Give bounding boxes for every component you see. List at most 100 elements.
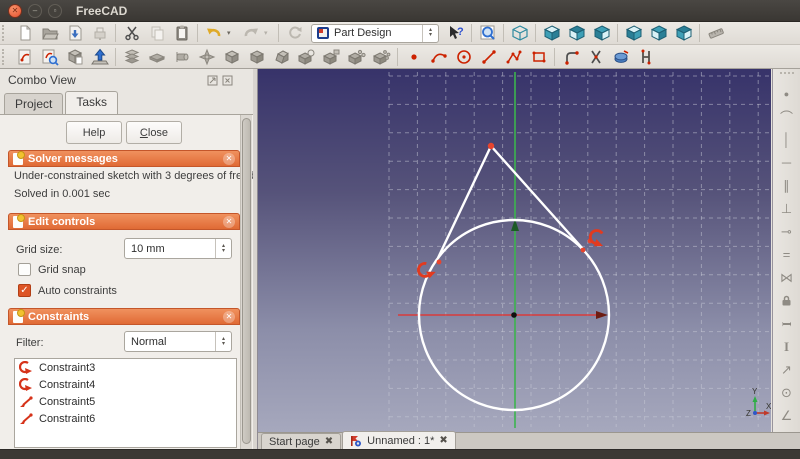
constrain-vertical-distance-button[interactable]: I — [776, 335, 798, 358]
view-rear-button[interactable] — [621, 23, 646, 44]
tab-tasks[interactable]: Tasks — [65, 91, 119, 114]
pad-button[interactable] — [119, 46, 144, 67]
create-polyline-button[interactable] — [501, 46, 526, 67]
list-item-constraint4[interactable]: Constraint4 — [15, 376, 236, 393]
solver-messages-header[interactable]: Solver messages ✕ — [8, 150, 240, 167]
collapse-section-icon[interactable]: ✕ — [223, 215, 235, 228]
view-axonometric-button[interactable] — [507, 23, 532, 44]
panel-scrollbar[interactable] — [240, 115, 252, 449]
constrain-vertical-button[interactable]: │ — [776, 128, 798, 151]
workbench-spinner[interactable]: ▴ ▾ — [422, 24, 438, 42]
auto-constraints-checkbox[interactable]: ✓ — [18, 284, 31, 297]
create-rectangle-button[interactable] — [526, 46, 551, 67]
3d-viewport[interactable]: YX Z — [258, 69, 772, 432]
constrain-tangent-button[interactable]: ⊸ — [776, 220, 798, 243]
constraints-header[interactable]: Constraints ✕ — [8, 308, 240, 325]
edit-controls-header[interactable]: Edit controls ✕ — [8, 213, 240, 230]
new-document-button[interactable] — [12, 23, 37, 44]
fit-all-button[interactable] — [475, 23, 500, 44]
undo-dropdown[interactable]: ▾ — [226, 23, 238, 44]
toggle-construction-button[interactable] — [633, 46, 658, 67]
constrain-equal-button[interactable]: = — [776, 243, 798, 266]
edit-sketch-button[interactable] — [37, 46, 62, 67]
paste-button[interactable] — [169, 23, 194, 44]
constrain-coincident-button[interactable]: ● — [776, 82, 798, 105]
view-left-button[interactable] — [671, 23, 696, 44]
create-point-button[interactable] — [401, 46, 426, 67]
list-item-constraint5[interactable]: Constraint5 — [15, 393, 236, 410]
view-front-button[interactable] — [539, 23, 564, 44]
view-top-button[interactable] — [564, 23, 589, 44]
grid-size-select[interactable]: 10 mm ▴ ▾ — [124, 238, 232, 259]
map-sketch-button[interactable] — [87, 46, 112, 67]
linear-pattern-button[interactable] — [319, 46, 344, 67]
toolbar-drag-handle[interactable] — [779, 72, 794, 78]
chamfer-feature-button[interactable] — [244, 46, 269, 67]
redo-dropdown[interactable]: ▾ — [263, 23, 275, 44]
redo-button[interactable] — [238, 23, 263, 44]
constrain-parallel-button[interactable]: ∥ — [776, 174, 798, 197]
sketch-canvas[interactable]: YX Z — [258, 69, 772, 432]
constrain-horizontal-button[interactable]: ─ — [776, 151, 798, 174]
float-panel-icon[interactable] — [207, 75, 218, 86]
draft-feature-button[interactable] — [269, 46, 294, 67]
print-button[interactable] — [87, 23, 112, 44]
constrain-angle-button[interactable]: ∠ — [776, 404, 798, 427]
open-document-button[interactable] — [37, 23, 62, 44]
fillet-feature-button[interactable] — [219, 46, 244, 67]
groove-button[interactable] — [194, 46, 219, 67]
constrain-symmetric-button[interactable]: ⋈ — [776, 266, 798, 289]
list-item-constraint6[interactable]: Constraint6 — [15, 410, 236, 427]
create-line-button[interactable] — [476, 46, 501, 67]
trim-edge-button[interactable] — [583, 46, 608, 67]
constrain-radius-button[interactable]: ⊙ — [776, 381, 798, 404]
toolbar-drag-handle[interactable] — [2, 48, 9, 65]
grid-size-spinner[interactable]: ▴ ▾ — [215, 239, 231, 258]
collapse-section-icon[interactable]: ✕ — [223, 310, 235, 323]
constrain-distance-button[interactable]: ↗ — [776, 358, 798, 381]
undo-button[interactable] — [201, 23, 226, 44]
whats-this-button[interactable]: ? — [443, 23, 468, 44]
constrain-lock-button[interactable] — [776, 289, 798, 312]
list-item-constraint3[interactable]: Constraint3 — [15, 359, 236, 376]
close-task-button[interactable]: Close — [126, 121, 182, 144]
multi-transform-button[interactable] — [369, 46, 394, 67]
window-minimize-button[interactable]: – — [28, 3, 42, 18]
tab-project[interactable]: Project — [4, 93, 64, 114]
close-tab-icon[interactable]: ✖ — [439, 435, 447, 446]
constrain-horizontal-distance-button[interactable]: I — [776, 312, 798, 335]
constraint-filter-select[interactable]: Normal ▴ ▾ — [124, 331, 232, 352]
view-right-button[interactable] — [589, 23, 614, 44]
revolution-button[interactable] — [169, 46, 194, 67]
external-geometry-button[interactable] — [608, 46, 633, 67]
constrain-perpendicular-button[interactable]: ⊥ — [776, 197, 798, 220]
create-arc-button[interactable] — [426, 46, 451, 67]
panel-scrollbar-thumb[interactable] — [242, 118, 251, 444]
cut-button[interactable] — [119, 23, 144, 44]
polar-pattern-button[interactable] — [344, 46, 369, 67]
new-sketch-button[interactable] — [12, 46, 37, 67]
measure-distance-button[interactable] — [703, 23, 728, 44]
close-tab-icon[interactable]: ✖ — [325, 436, 333, 447]
save-document-button[interactable] — [62, 23, 87, 44]
workbench-selector[interactable]: Part Design ▴ ▾ — [311, 23, 439, 43]
view-sketch-button[interactable] — [62, 46, 87, 67]
mirrored-button[interactable] — [294, 46, 319, 67]
constraint-filter-spinner[interactable]: ▴ ▾ — [215, 332, 231, 351]
pocket-button[interactable] — [144, 46, 169, 67]
create-circle-button[interactable] — [451, 46, 476, 67]
tab-unnamed-document[interactable]: Unnamed : 1* ✖ — [342, 431, 456, 449]
refresh-button[interactable] — [282, 23, 307, 44]
close-panel-icon[interactable] — [222, 75, 233, 86]
constrain-point-on-object-button[interactable]: ⌒ — [776, 105, 798, 128]
tab-start-page[interactable]: Start page ✖ — [261, 433, 342, 449]
collapse-section-icon[interactable]: ✕ — [223, 152, 235, 165]
create-fillet-button[interactable] — [558, 46, 583, 67]
view-bottom-button[interactable] — [646, 23, 671, 44]
toolbar-drag-handle[interactable] — [2, 25, 9, 41]
copy-button[interactable] — [144, 23, 169, 44]
grid-snap-checkbox[interactable] — [18, 263, 31, 276]
window-maximize-button[interactable]: ▫ — [48, 3, 62, 18]
window-close-button[interactable]: ✕ — [8, 3, 22, 18]
help-button[interactable]: Help — [66, 121, 122, 144]
